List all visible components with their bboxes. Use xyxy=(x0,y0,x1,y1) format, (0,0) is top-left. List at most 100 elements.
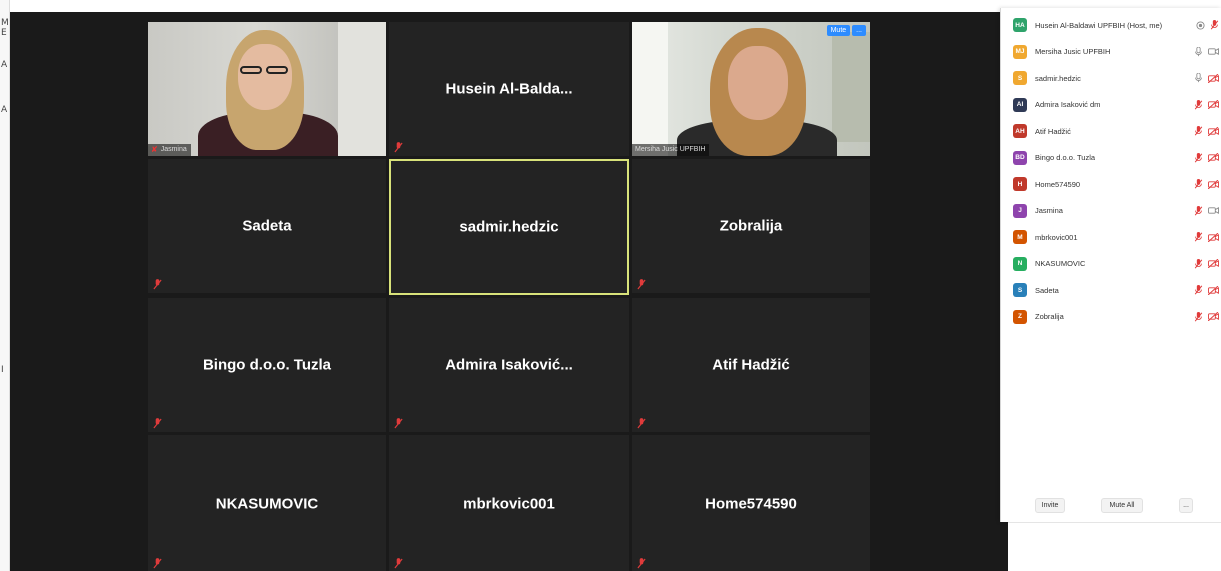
record-icon xyxy=(1196,21,1205,30)
video-tile-sadeta[interactable]: Sadeta xyxy=(148,159,386,293)
mic-muted-icon xyxy=(394,142,403,153)
participant-row[interactable]: AI Admira Isaković dm xyxy=(1001,92,1221,119)
video-tile-nkasumovic[interactable]: NKASUMOVIC xyxy=(148,435,386,571)
participant-row[interactable]: AH Atif Hadžić xyxy=(1001,118,1221,145)
tile-display-name: Home574590 xyxy=(705,495,797,512)
video-tile-atif[interactable]: Atif Hadžić xyxy=(632,298,870,432)
mic-muted-icon xyxy=(1194,205,1203,216)
mic-muted-icon xyxy=(637,558,646,569)
participant-status-icons xyxy=(1194,205,1219,216)
participant-avatar: Z xyxy=(1013,309,1027,324)
video-tile-admira[interactable]: Admira Isaković... xyxy=(389,298,629,432)
participant-row[interactable]: Mmbrkovic001 xyxy=(1001,224,1221,251)
invite-button[interactable]: Invite xyxy=(1035,498,1065,513)
tile-display-name: Admira Isaković... xyxy=(445,356,573,374)
participants-list: HA Husein Al-Baldawi UPFBIH (Host, me) MJ M… xyxy=(1001,8,1221,330)
video-icon xyxy=(1208,48,1219,56)
panel-background xyxy=(1008,522,1221,571)
tile-display-name: Atif Hadžić xyxy=(712,356,790,374)
video-tile-sadmir-active-speaker[interactable]: sadmir.hedzic xyxy=(389,159,629,295)
participants-footer: Invite Mute All ... xyxy=(1001,498,1221,514)
mic-muted-icon xyxy=(1210,20,1219,30)
mic-muted-icon xyxy=(1194,179,1203,189)
participant-row[interactable]: HA Husein Al-Baldawi UPFBIH (Host, me) xyxy=(1001,12,1221,39)
tile-display-name: Sadeta xyxy=(242,217,292,235)
participant-avatar: AI xyxy=(1013,97,1027,112)
mic-muted-icon xyxy=(1194,232,1203,242)
participant-name: mbrkovic001 xyxy=(1035,232,1078,242)
participant-status-icons xyxy=(1194,311,1219,322)
participant-status-icons xyxy=(1194,232,1219,242)
participant-status-icons xyxy=(1194,285,1219,295)
participant-row[interactable]: N NKASUMOVIC xyxy=(1001,251,1221,278)
participant-name: NKASUMOVIC xyxy=(1035,259,1086,269)
tile-display-name: Bingo d.o.o. Tuzla xyxy=(202,356,332,374)
participants-panel: HA Husein Al-Baldawi UPFBIH (Host, me) MJ M… xyxy=(1000,8,1221,522)
participant-row[interactable]: S Sadeta xyxy=(1001,277,1221,304)
participant-name: Atif Hadžić xyxy=(1035,126,1071,136)
more-options-button[interactable]: ... xyxy=(1179,498,1193,513)
tile-display-name: Zobralija xyxy=(719,217,783,235)
video-off-icon xyxy=(1208,312,1219,322)
video-tile-bingo[interactable]: Bingo d.o.o. Tuzla xyxy=(148,298,386,432)
participant-avatar: BD xyxy=(1013,150,1027,165)
participant-avatar: S xyxy=(1013,283,1027,298)
video-off-icon xyxy=(1208,259,1219,269)
participant-row[interactable]: Ssadmir.hedzic xyxy=(1001,65,1221,92)
video-tile-jasmina[interactable]: ✘ Jasmina xyxy=(148,22,386,156)
participant-row[interactable]: H Home574590 xyxy=(1001,171,1221,198)
participant-status-icons xyxy=(1194,46,1219,57)
video-grid: ✘ Jasmina Husein Al-Balda... Mute ... Me… xyxy=(148,22,870,571)
participant-avatar: S xyxy=(1013,71,1027,86)
participant-name: Home574590 xyxy=(1035,179,1081,189)
participant-row[interactable]: MJ Mersiha Jusic UPFBIH xyxy=(1001,39,1221,66)
edge-char: A xyxy=(1,60,8,70)
participant-row[interactable]: BD Bingo d.o.o. Tuzla xyxy=(1001,145,1221,172)
participant-avatar: HA xyxy=(1013,18,1027,33)
video-tile-zobralija[interactable]: Zobralija xyxy=(632,159,870,293)
mic-muted-icon xyxy=(153,418,162,429)
participant-name: sadmir.hedzic xyxy=(1035,73,1081,83)
video-tile-home574590[interactable]: Home574590 xyxy=(632,435,870,571)
tile-name-label: Mersiha Jusic UPFBIH xyxy=(632,144,710,156)
tile-display-name: Husein Al-Balda... xyxy=(445,80,573,98)
video-off-icon xyxy=(1208,126,1219,136)
participant-avatar: J xyxy=(1013,203,1027,218)
participant-avatar: H xyxy=(1013,177,1027,192)
edge-char: A xyxy=(1,105,8,115)
participant-name: Admira Isaković dm xyxy=(1035,100,1101,110)
participant-status-icons xyxy=(1194,73,1219,83)
mute-participant-button[interactable]: Mute xyxy=(826,25,851,36)
mic-muted-icon xyxy=(1194,99,1203,110)
video-icon xyxy=(1208,207,1219,215)
participant-status-icons xyxy=(1194,152,1219,163)
participant-avatar: M xyxy=(1013,230,1027,245)
mic-muted-icon xyxy=(1194,311,1203,322)
participant-name: Sadeta xyxy=(1035,285,1059,295)
zoom-meeting-window: M E A A I ✘ Jasmina Husein Al-Balda... M… xyxy=(0,0,1221,571)
mic-muted-icon xyxy=(394,418,403,429)
participant-avatar: N xyxy=(1013,256,1027,271)
participant-row[interactable]: J Jasmina xyxy=(1001,198,1221,225)
video-off-icon xyxy=(1208,232,1219,242)
mic-icon xyxy=(1195,46,1202,56)
video-tile-mersiha[interactable]: Mute ... Mersiha Jusic UPFBIH xyxy=(632,22,870,156)
mic-muted-icon xyxy=(394,558,403,569)
participant-name: Bingo d.o.o. Tuzla xyxy=(1035,153,1096,163)
participant-avatar: MJ xyxy=(1013,44,1027,59)
mic-muted-icon xyxy=(153,558,162,569)
tile-hover-controls: Mute ... xyxy=(826,25,866,36)
video-tile-mbrkovic[interactable]: mbrkovic001 xyxy=(389,435,629,571)
participant-row[interactable]: Z Zobralija xyxy=(1001,304,1221,331)
tile-name-label: ✘ Jasmina xyxy=(148,144,191,156)
participant-status-icons xyxy=(1194,258,1219,269)
mic-muted-icon xyxy=(153,279,162,290)
video-tile-husein[interactable]: Husein Al-Balda... xyxy=(389,22,629,156)
mute-all-button[interactable]: Mute All xyxy=(1101,498,1143,513)
mic-muted-icon xyxy=(1194,126,1203,136)
more-options-button[interactable]: ... xyxy=(852,25,866,36)
participant-status-icons xyxy=(1194,179,1219,189)
participant-avatar: AH xyxy=(1013,124,1027,139)
mic-muted-icon: ✘ xyxy=(151,145,158,154)
webcam-feed xyxy=(148,22,386,156)
